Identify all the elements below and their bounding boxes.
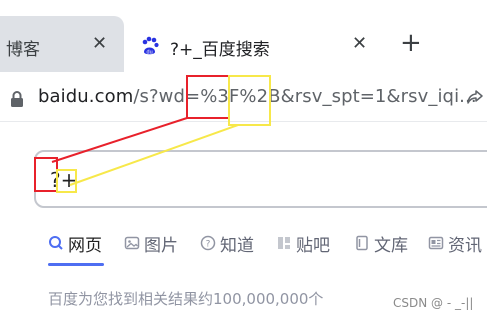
active-tab-underline (48, 263, 104, 266)
share-icon[interactable] (466, 88, 484, 106)
tab-images[interactable]: 图片 (124, 230, 178, 256)
tab-web[interactable]: 网页 (48, 230, 102, 256)
tab-tieba[interactable]: 贴吧 (276, 230, 330, 256)
url-text[interactable]: baidu.com/s?wd=%3F%2B&rsv_spt=1&rsv_iqi.… (38, 86, 477, 107)
tab-label: 图片 (144, 235, 178, 256)
lock-icon[interactable] (10, 90, 24, 108)
svg-text:?: ? (206, 240, 211, 250)
tab-title: 博客 (6, 40, 40, 60)
tab-label: 知道 (220, 235, 254, 256)
tab-title: ?+_百度搜索 (170, 40, 270, 60)
image-icon (124, 236, 140, 250)
svg-text:du: du (147, 50, 153, 56)
tieba-icon (278, 237, 290, 249)
url-domain: baidu.com (38, 86, 134, 107)
search-icon (49, 236, 63, 250)
url-encoded-question: %3F (200, 86, 240, 107)
tab-strip: 博客 ✕ du ?+_百度搜索 ✕ + (0, 0, 487, 72)
query-question-mark: ? (50, 168, 61, 192)
news-icon (428, 236, 444, 250)
browser-tab-baidu[interactable]: du ?+_百度搜索 ✕ (124, 16, 386, 72)
watermark: CSDN @ - _-|| (393, 296, 474, 310)
tab-zhidao[interactable]: ? 知道 (200, 230, 254, 256)
close-icon[interactable]: ✕ (352, 33, 367, 54)
query-plus-sign: + (60, 168, 78, 192)
tab-label: 资讯 (448, 235, 482, 256)
close-icon[interactable]: ✕ (92, 33, 107, 54)
new-tab-button[interactable]: + (400, 30, 422, 56)
browser-tab-blog[interactable]: 博客 ✕ (0, 16, 124, 72)
tab-label: 文库 (374, 235, 408, 256)
search-input[interactable]: ?+ (34, 150, 487, 208)
search-query: ?+ (50, 168, 77, 192)
tab-news[interactable]: 资讯 (428, 230, 482, 256)
url-path-prefix: /s?wd= (133, 86, 201, 107)
tab-label: 网页 (68, 235, 102, 256)
address-bar[interactable]: baidu.com/s?wd=%3F%2B&rsv_spt=1&rsv_iqi.… (0, 72, 487, 122)
tab-label: 贴吧 (296, 235, 330, 256)
url-path-suffix: &rsv_spt=1&rsv_iqi... (280, 86, 477, 107)
document-icon (356, 235, 368, 251)
url-encoded-plus: %2B (239, 86, 281, 107)
result-count: 百度为您找到相关结果约100,000,000个 (48, 290, 324, 308)
baidu-paw-icon: du (142, 36, 159, 56)
tab-wenku[interactable]: 文库 (354, 230, 408, 256)
question-icon: ? (200, 235, 216, 251)
